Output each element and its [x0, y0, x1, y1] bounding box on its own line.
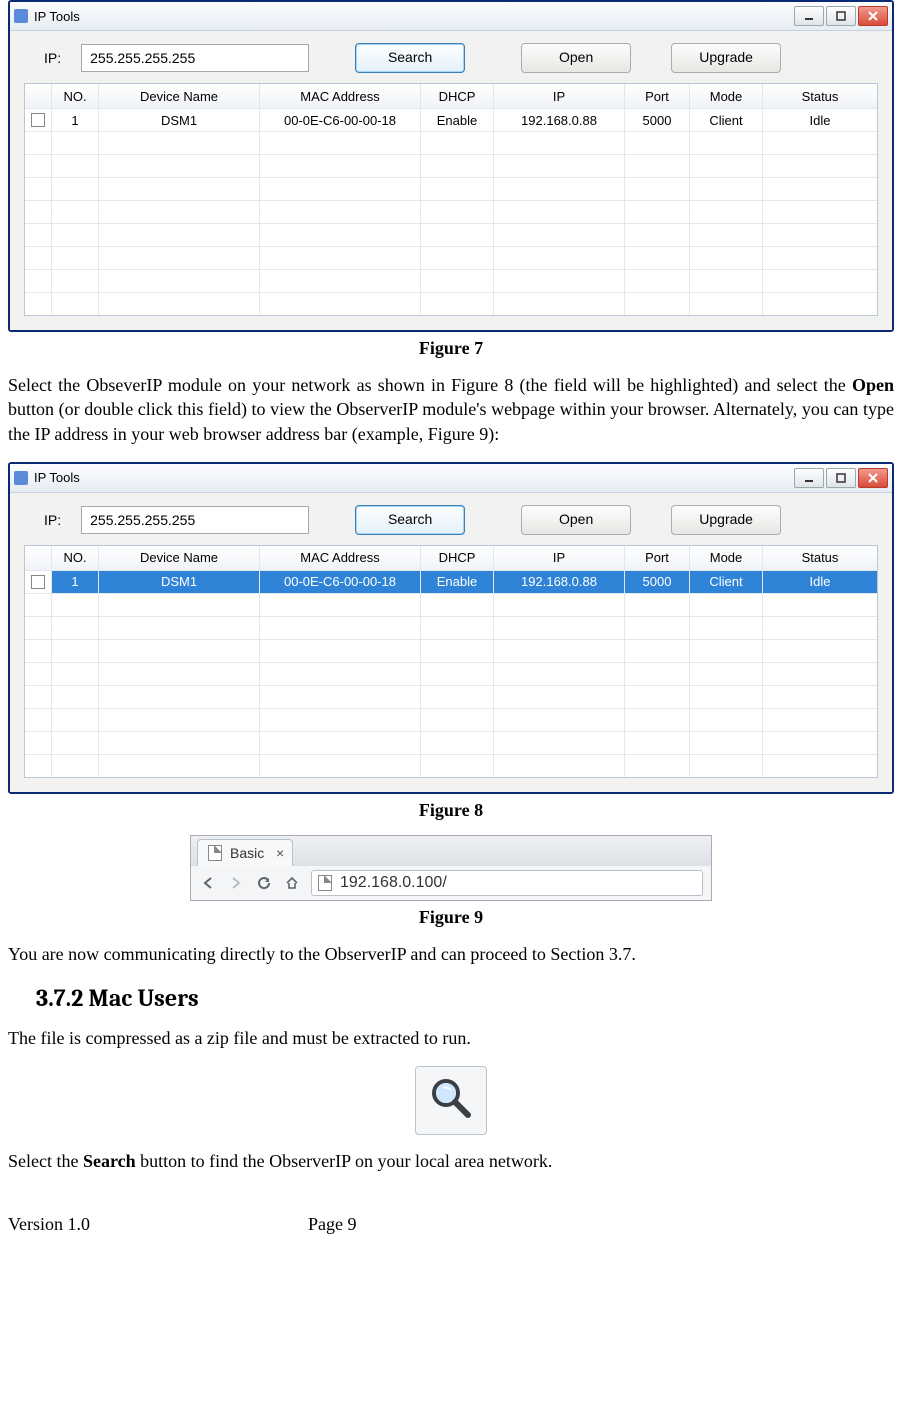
app-icon	[14, 9, 28, 23]
forward-icon[interactable]	[227, 876, 245, 890]
titlebar: IP Tools	[10, 2, 892, 31]
cell-mac: 00-0E-C6-00-00-18	[260, 109, 421, 131]
cell-ip: 192.168.0.88	[494, 109, 625, 131]
upgrade-button[interactable]: Upgrade	[671, 43, 781, 73]
paragraph-4: Select the Search button to find the Obs…	[8, 1149, 894, 1173]
footer-page: Page 9	[308, 1214, 357, 1235]
window-title: IP Tools	[34, 470, 792, 485]
window-title: IP Tools	[34, 9, 792, 24]
open-button[interactable]: Open	[521, 505, 631, 535]
back-icon[interactable]	[199, 876, 217, 890]
maximize-button[interactable]	[826, 6, 856, 26]
open-button[interactable]: Open	[521, 43, 631, 73]
page-footer: Version 1.0 Page 9	[8, 1214, 894, 1235]
heading-mac-users: 3.7.2 Mac Users	[36, 984, 894, 1012]
grid-header: NO. Device Name MAC Address DHCP IP Port…	[25, 84, 877, 109]
caption-fig8: Figure 8	[8, 800, 894, 821]
close-tab-icon[interactable]: ×	[276, 845, 284, 861]
browser-bar: Basic × 192.168.0.100/	[190, 835, 712, 901]
document-icon	[208, 845, 222, 861]
upgrade-button[interactable]: Upgrade	[671, 505, 781, 535]
ip-label: IP:	[44, 50, 61, 66]
device-grid: NO. Device Name MAC Address DHCP IP Port…	[24, 545, 878, 778]
col-port: Port	[625, 84, 690, 108]
toolbar: IP: Search Open Upgrade	[24, 505, 878, 535]
toolbar: IP: Search Open Upgrade	[24, 43, 878, 73]
url-text: 192.168.0.100/	[340, 874, 447, 892]
cell-no: 1	[52, 109, 99, 131]
col-mode: Mode	[690, 84, 763, 108]
col-name: Device Name	[99, 84, 260, 108]
url-field[interactable]: 192.168.0.100/	[311, 870, 703, 896]
maximize-button[interactable]	[826, 468, 856, 488]
document-icon	[318, 875, 332, 891]
device-grid: NO. Device Name MAC Address DHCP IP Port…	[24, 83, 878, 316]
close-button[interactable]	[858, 6, 888, 26]
cell-mode: Client	[690, 109, 763, 131]
ip-input[interactable]	[81, 44, 309, 72]
search-button[interactable]: Search	[355, 505, 465, 535]
iptools-window-fig7: IP Tools IP: Search Open Upgrade NO. Dev…	[8, 0, 894, 332]
cell-status: Idle	[763, 109, 877, 131]
browser-tab[interactable]: Basic ×	[197, 839, 293, 866]
table-row-selected[interactable]: 1 DSM1 00-0E-C6-00-00-18 Enable 192.168.…	[25, 571, 877, 594]
cell-name: DSM1	[99, 109, 260, 131]
col-mac: MAC Address	[260, 84, 421, 108]
paragraph-1: Select the ObseverIP module on your netw…	[8, 373, 894, 446]
col-status: Status	[763, 84, 877, 108]
grid-header: NO. Device Name MAC Address DHCP IP Port…	[25, 546, 877, 571]
home-icon[interactable]	[283, 876, 301, 890]
col-dhcp: DHCP	[421, 84, 494, 108]
ip-input[interactable]	[81, 506, 309, 534]
table-row[interactable]: 1 DSM1 00-0E-C6-00-00-18 Enable 192.168.…	[25, 109, 877, 132]
footer-version: Version 1.0	[8, 1214, 308, 1235]
col-no: NO.	[52, 84, 99, 108]
minimize-button[interactable]	[794, 468, 824, 488]
magnifier-icon	[415, 1066, 487, 1135]
col-ip: IP	[494, 84, 625, 108]
tab-title: Basic	[230, 845, 264, 861]
cell-dhcp: Enable	[421, 109, 494, 131]
paragraph-3: The file is compressed as a zip file and…	[8, 1026, 894, 1050]
reload-icon[interactable]	[255, 876, 273, 890]
titlebar: IP Tools	[10, 464, 892, 493]
row-checkbox[interactable]	[31, 575, 45, 589]
search-button[interactable]: Search	[355, 43, 465, 73]
row-checkbox[interactable]	[31, 113, 45, 127]
caption-fig9: Figure 9	[8, 907, 894, 928]
app-icon	[14, 471, 28, 485]
cell-port: 5000	[625, 109, 690, 131]
close-button[interactable]	[858, 468, 888, 488]
ip-label: IP:	[44, 512, 61, 528]
minimize-button[interactable]	[794, 6, 824, 26]
caption-fig7: Figure 7	[8, 338, 894, 359]
paragraph-2: You are now communicating directly to th…	[8, 942, 894, 966]
iptools-window-fig8: IP Tools IP: Search Open Upgrade NO. Dev…	[8, 462, 894, 794]
